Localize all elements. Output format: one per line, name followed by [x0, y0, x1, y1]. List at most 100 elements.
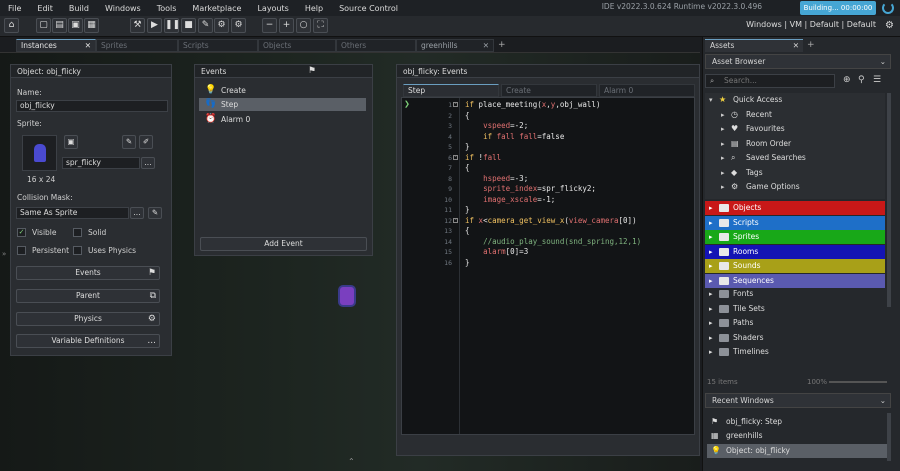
- code-line[interactable]: if !fall: [465, 153, 501, 162]
- tab-objects[interactable]: Objects: [258, 39, 336, 52]
- asset-folder-shaders[interactable]: ▸ Shaders: [705, 331, 885, 345]
- code-line[interactable]: {: [465, 226, 470, 235]
- asset-scrollbar[interactable]: [887, 93, 891, 307]
- add-asset-icon[interactable]: ⊕: [843, 75, 851, 85]
- preferences-icon[interactable]: ⚙: [231, 18, 246, 33]
- zoom-in-icon[interactable]: +: [279, 18, 294, 33]
- run-icon[interactable]: ▶: [147, 18, 162, 33]
- menu-build[interactable]: Build: [61, 4, 97, 13]
- fold-toggle-icon[interactable]: -: [453, 102, 458, 107]
- menu-help[interactable]: Help: [297, 4, 331, 13]
- brush-icon[interactable]: ✐: [139, 135, 153, 149]
- code-line[interactable]: }: [465, 142, 470, 151]
- solid-checkbox[interactable]: [73, 228, 82, 237]
- build-icon[interactable]: ⚒: [130, 18, 145, 33]
- quick-game-options[interactable]: ▸ ⚙ Game Options: [705, 180, 887, 194]
- code-tab-alarm-0[interactable]: Alarm 0: [599, 84, 695, 97]
- flicky-instance[interactable]: [340, 287, 354, 305]
- code-line[interactable]: if place_meeting(x,y,obj_wall): [465, 100, 600, 109]
- open-project-icon[interactable]: ▤: [52, 18, 67, 33]
- sprite-preview[interactable]: [22, 135, 57, 171]
- target-selector[interactable]: Windows | VM | Default | Default: [746, 20, 876, 29]
- tab-greenhills[interactable]: greenhills ✕: [416, 39, 494, 52]
- collision-mask-select[interactable]: Same As Sprite: [16, 207, 129, 219]
- code-editor[interactable]: ❯ 1 if place_meeting(x,y,obj_wall) -2{3 vs…: [401, 97, 695, 435]
- asset-group-scripts[interactable]: ▸ Scripts: [705, 215, 885, 230]
- code-line[interactable]: hspeed=-3;: [465, 174, 528, 183]
- visible-checkbox[interactable]: ✓: [17, 228, 26, 237]
- name-input[interactable]: obj_flicky: [16, 100, 168, 112]
- menu-windows[interactable]: Windows: [97, 4, 149, 13]
- recent-item[interactable]: ⚑ obj_flicky: Step: [707, 415, 889, 429]
- code-tab-step[interactable]: Step: [403, 84, 499, 97]
- code-line[interactable]: {: [465, 163, 470, 172]
- quick-access-header[interactable]: ▾ ★ Quick Access: [705, 93, 887, 107]
- asset-folder-tile-sets[interactable]: ▸ Tile Sets: [705, 302, 885, 316]
- zoom-out-icon[interactable]: −: [262, 18, 277, 33]
- asset-folder-paths[interactable]: ▸ Paths: [705, 316, 885, 330]
- code-line[interactable]: vspeed=-2;: [465, 121, 528, 130]
- event-step[interactable]: 👣 Step: [199, 98, 366, 111]
- asset-folder-fonts[interactable]: ▸ Fonts: [705, 287, 885, 301]
- menu-file[interactable]: File: [0, 4, 29, 13]
- add-tab-icon[interactable]: +: [807, 40, 815, 50]
- tab-scripts[interactable]: Scripts: [178, 39, 258, 52]
- menu-tools[interactable]: Tools: [149, 4, 185, 13]
- recent-scrollbar[interactable]: [887, 413, 891, 461]
- asset-group-sounds[interactable]: ▸ Sounds: [705, 259, 885, 274]
- pause-icon[interactable]: ❚❚: [164, 18, 180, 33]
- collapse-left-icon[interactable]: »: [2, 250, 6, 258]
- edit-mask-icon[interactable]: ✎: [148, 207, 162, 219]
- uses-physics-checkbox[interactable]: [73, 246, 82, 255]
- quick-recent[interactable]: ▸ ◷ Recent: [705, 108, 887, 122]
- quick-tags[interactable]: ▸ ◆ Tags: [705, 166, 887, 180]
- filter-icon[interactable]: ⚲: [858, 75, 865, 85]
- close-icon[interactable]: ✕: [483, 40, 489, 51]
- persistent-checkbox[interactable]: [17, 246, 26, 255]
- code-line[interactable]: //audio_play_sound(snd_spring,12,1): [465, 237, 641, 246]
- quick-room-order[interactable]: ▸ ▤ Room Order: [705, 137, 887, 151]
- asset-group-sequences[interactable]: ▸ Sequences: [705, 274, 885, 288]
- asset-search-input[interactable]: ⌕ Search...: [705, 74, 835, 88]
- assets-tab[interactable]: Assets ✕: [705, 39, 803, 52]
- mask-more-button[interactable]: ...: [130, 207, 144, 219]
- stop-icon[interactable]: ■: [181, 18, 196, 33]
- close-icon[interactable]: ✕: [793, 40, 799, 52]
- physics-button[interactable]: Physics ⚙: [16, 312, 160, 326]
- save-icon[interactable]: ▣: [68, 18, 83, 33]
- edit-sprite-icon[interactable]: ✎: [122, 135, 136, 149]
- tab-instances[interactable]: Instances ✕: [16, 39, 96, 52]
- fold-toggle-icon[interactable]: -: [453, 154, 458, 160]
- home-icon[interactable]: ⌂: [4, 18, 19, 33]
- recent-windows-select[interactable]: Recent Windows ⌄: [705, 393, 891, 408]
- menu-source-control[interactable]: Source Control: [331, 4, 406, 13]
- asset-group-rooms[interactable]: ▸ Rooms: [705, 244, 885, 259]
- tab-others[interactable]: Others: [336, 39, 416, 52]
- new-project-icon[interactable]: ▢: [36, 18, 51, 33]
- variable-definitions-button[interactable]: Variable Definitions...: [16, 334, 160, 348]
- sprite-select[interactable]: spr_flicky: [62, 157, 140, 169]
- code-line[interactable]: }: [465, 258, 470, 267]
- recent-item[interactable]: 💡 Object: obj_flicky: [707, 444, 889, 458]
- code-line[interactable]: alarm[0]=3: [465, 247, 528, 256]
- code-line[interactable]: {: [465, 111, 470, 120]
- parent-button[interactable]: Parent ⧉: [16, 289, 160, 303]
- add-event-button[interactable]: Add Event: [200, 237, 367, 251]
- expand-up-icon[interactable]: ⌃: [348, 457, 355, 466]
- code-line[interactable]: if fall fall=false: [465, 132, 564, 141]
- quick-saved-searches[interactable]: ▸ ⌕ Saved Searches: [705, 151, 887, 165]
- asset-browser-select[interactable]: Asset Browser ⌄: [705, 54, 891, 69]
- menu-edit[interactable]: Edit: [29, 4, 61, 13]
- event-create[interactable]: 💡 Create: [199, 84, 366, 97]
- save-all-icon[interactable]: ▦: [84, 18, 99, 33]
- menu-marketplace[interactable]: Marketplace: [184, 4, 249, 13]
- event-alarm-0[interactable]: ⏰ Alarm 0: [199, 113, 366, 126]
- menu-layouts[interactable]: Layouts: [249, 4, 296, 13]
- fold-toggle-icon[interactable]: -: [453, 217, 458, 223]
- quick-favourites[interactable]: ▸ ♥ Favourites: [705, 122, 887, 136]
- clean-icon[interactable]: ✎: [198, 18, 213, 33]
- settings-icon[interactable]: ⚙: [214, 18, 229, 33]
- asset-group-sprites[interactable]: ▸ Sprites: [705, 230, 885, 245]
- new-sprite-icon[interactable]: ▣: [64, 135, 78, 149]
- asset-group-objects[interactable]: ▸ Objects: [705, 201, 885, 215]
